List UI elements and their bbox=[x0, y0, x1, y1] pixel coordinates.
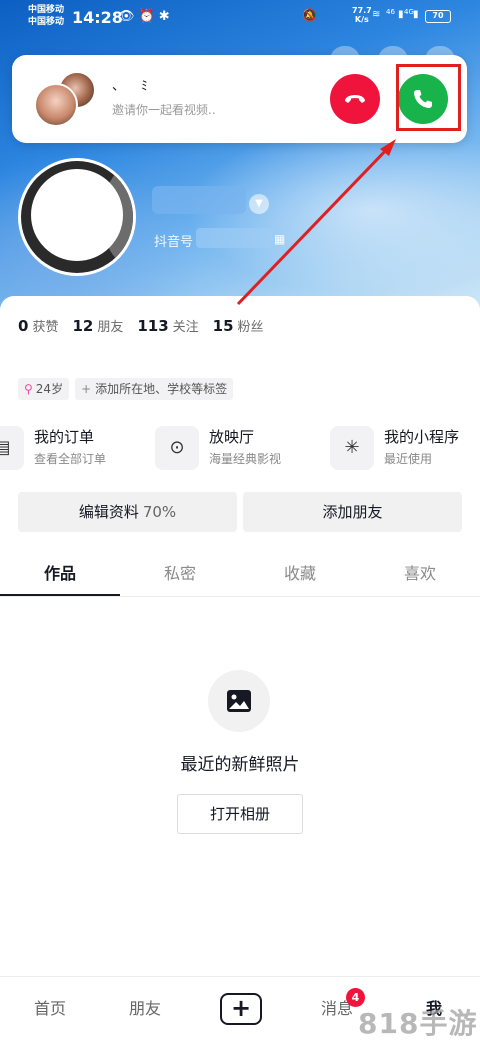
content-tabs: 作品 私密 收藏 喜欢 bbox=[0, 552, 480, 596]
feature-subtitle: 查看全部订单 bbox=[34, 452, 107, 466]
cinema-icon: ⊙ bbox=[155, 426, 199, 470]
tab-private[interactable]: 私密 bbox=[120, 552, 240, 596]
gender-female-icon: ⚲ bbox=[24, 382, 33, 396]
stat-number: 0 bbox=[18, 317, 29, 335]
watermark: 818手游网 bbox=[358, 1007, 478, 1040]
stat-number: 15 bbox=[212, 317, 234, 335]
feature-shortcuts: ▤ 我的订单 查看全部订单 ⊙ 放映厅 海量经典影视 ✳ 我的小程序 最近使用 bbox=[0, 424, 480, 470]
feature-subtitle: 最近使用 bbox=[384, 452, 433, 466]
avatar-blur bbox=[31, 169, 123, 261]
signal-icon-1: ▮ bbox=[398, 9, 404, 20]
caller-avatar bbox=[34, 71, 96, 129]
add-tag-button[interactable]: + 添加所在地、学校等标签 bbox=[75, 378, 234, 400]
carrier-label-2: 中国移动 bbox=[28, 17, 65, 27]
profile-avatar[interactable] bbox=[18, 158, 136, 276]
order-icon: ▤ bbox=[0, 426, 24, 470]
stat-label: 粉丝 bbox=[237, 320, 264, 335]
feature-title: 我的小程序 bbox=[384, 428, 460, 446]
feature-title: 我的订单 bbox=[34, 428, 95, 446]
empty-state-message: 最近的新鲜照片 bbox=[180, 755, 300, 775]
edit-profile-button[interactable]: 编辑资料 70% bbox=[18, 492, 237, 532]
age-label: 24岁 bbox=[35, 382, 64, 396]
image-icon bbox=[227, 690, 251, 712]
alarm-icon: ⏰ bbox=[138, 9, 159, 24]
carrier-label-1: 中国移动 bbox=[28, 5, 65, 15]
bluetooth-icon: ✱ bbox=[158, 9, 174, 24]
profile-completion: 70% bbox=[142, 503, 177, 521]
network-speed: 77.7 K/s bbox=[352, 6, 372, 24]
feature-subtitle: 海量经典影视 bbox=[209, 452, 282, 466]
eye-icon: 👁 bbox=[118, 9, 139, 24]
stats-row: 0 获赞 12 朋友 113 关注 15 粉丝 bbox=[18, 316, 264, 335]
stat-followers[interactable]: 15 粉丝 bbox=[213, 316, 264, 335]
qr-code-icon[interactable]: ▦ bbox=[274, 232, 285, 246]
network-speed-value: 77.7 bbox=[352, 6, 372, 15]
status-bar: 中国移动 中国移动 14:28 👁⏰✱ 🔕 77.7 K/s ≋ 46 ▮ 4G… bbox=[0, 0, 480, 34]
age-tag[interactable]: ⚲ 24岁 bbox=[18, 378, 70, 400]
stat-number: 113 bbox=[137, 317, 169, 335]
edit-profile-label: 编辑资料 bbox=[78, 503, 139, 521]
chevron-down-icon[interactable]: ▼ bbox=[249, 194, 269, 214]
tab-favorites[interactable]: 收藏 bbox=[240, 552, 360, 596]
stat-likes[interactable]: 0 获赞 bbox=[18, 316, 58, 335]
mute-icon: 🔕 bbox=[302, 8, 317, 22]
clock: 14:28 bbox=[72, 8, 123, 27]
signal-icon-2: ▮ bbox=[413, 9, 419, 20]
avatar-image bbox=[21, 161, 133, 273]
wifi-icon: ≋ bbox=[372, 9, 381, 20]
create-post-button[interactable]: + bbox=[220, 993, 262, 1025]
answer-button-highlight bbox=[396, 64, 461, 131]
caller-name: 、 ﾐ bbox=[112, 79, 154, 94]
douyin-id-label: 抖音号 bbox=[154, 235, 194, 250]
status-icons-left: 👁⏰✱ bbox=[118, 9, 174, 24]
tab-likes[interactable]: 喜欢 bbox=[360, 552, 480, 596]
nav-friends[interactable]: 朋友 bbox=[115, 977, 175, 1040]
feature-title: 放映厅 bbox=[209, 428, 255, 446]
profile-tags: ⚲ 24岁 + 添加所在地、学校等标签 bbox=[18, 378, 234, 400]
nickname-redacted[interactable] bbox=[152, 186, 246, 214]
stat-label: 朋友 bbox=[97, 320, 124, 335]
signal-label-1: 46 bbox=[386, 8, 395, 16]
call-subtitle: 邀请你一起看视频.. bbox=[112, 103, 216, 117]
tab-divider bbox=[0, 596, 480, 597]
open-album-button[interactable]: 打开相册 bbox=[177, 794, 303, 834]
feature-cinema[interactable]: ⊙ 放映厅 海量经典影视 bbox=[155, 424, 315, 470]
add-friend-button[interactable]: 添加朋友 bbox=[243, 492, 462, 532]
decline-call-button[interactable] bbox=[330, 74, 380, 124]
add-tag-label: 添加所在地、学校等标签 bbox=[95, 382, 228, 396]
mini-program-icon: ✳ bbox=[330, 426, 374, 470]
stat-number: 12 bbox=[72, 317, 94, 335]
phone-hangup-icon bbox=[345, 95, 365, 103]
feature-my-orders[interactable]: ▤ 我的订单 查看全部订单 bbox=[0, 424, 140, 470]
stat-following[interactable]: 113 关注 bbox=[137, 316, 198, 335]
stat-label: 关注 bbox=[172, 320, 199, 335]
network-speed-unit: K/s bbox=[354, 15, 369, 24]
plus-icon: + bbox=[81, 382, 92, 396]
photo-icon bbox=[208, 670, 270, 732]
stat-friends[interactable]: 12 朋友 bbox=[72, 316, 123, 335]
caller-avatar-primary bbox=[34, 83, 78, 127]
douyin-id-redacted bbox=[196, 228, 272, 248]
feature-mini-programs[interactable]: ✳ 我的小程序 最近使用 bbox=[330, 424, 480, 470]
nav-home[interactable]: 首页 bbox=[20, 977, 80, 1040]
battery-icon: 70 bbox=[425, 10, 451, 23]
tab-works[interactable]: 作品 bbox=[0, 552, 120, 596]
stat-label: 获赞 bbox=[32, 320, 59, 335]
